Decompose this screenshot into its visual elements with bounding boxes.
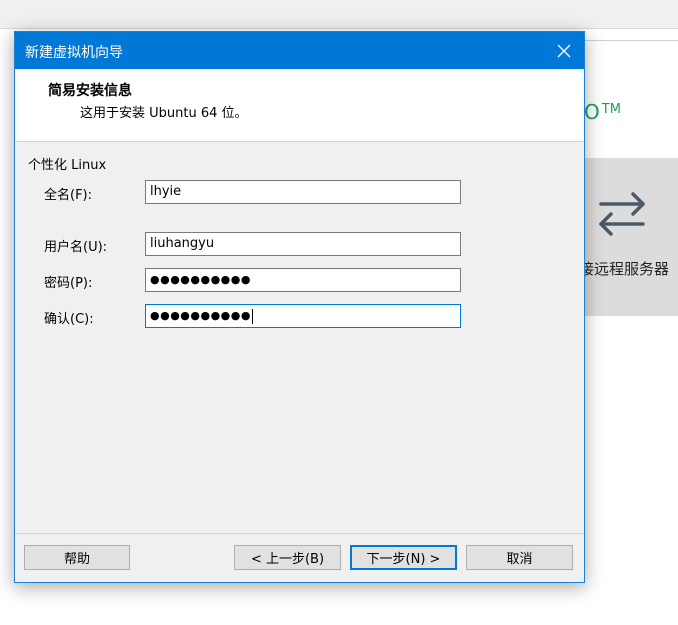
cancel-button[interactable]: 取消	[466, 545, 573, 570]
close-button[interactable]	[544, 32, 584, 69]
confirm-password-label: 确认(C):	[44, 312, 94, 327]
wizard-header: 简易安装信息 这用于安装 Ubuntu 64 位。	[15, 69, 584, 142]
swap-arrows-icon	[599, 192, 645, 236]
password-field[interactable]: ●●●●●●●●●●	[145, 268, 461, 292]
help-button[interactable]: 帮助	[24, 545, 130, 570]
connect-remote-server-label: 接远程服务器	[579, 260, 670, 278]
personalize-linux-group-label: 个性化 Linux	[28, 158, 107, 173]
username-field[interactable]: liuhangyu	[145, 232, 461, 256]
fullname-label: 全名(F):	[44, 188, 93, 203]
footer-divider	[15, 533, 584, 534]
confirm-password-field[interactable]: ●●●●●●●●●●	[145, 304, 461, 328]
background-toolbar	[0, 0, 678, 29]
background-logo: O TM	[584, 100, 621, 124]
background-divider	[583, 40, 678, 41]
logo-trademark: TM	[601, 102, 621, 117]
confirm-password-value: ●●●●●●●●●●	[150, 309, 251, 322]
dialog-title: 新建虚拟机向导	[25, 45, 123, 61]
password-label: 密码(P):	[44, 276, 93, 291]
wizard-step-subtitle: 这用于安装 Ubuntu 64 位。	[80, 106, 248, 121]
back-button[interactable]: < 上一步(B)	[234, 545, 341, 570]
connect-remote-server-tile[interactable]: 接远程服务器	[579, 158, 678, 316]
dialog-titlebar[interactable]: 新建虚拟机向导	[15, 32, 584, 69]
wizard-step-title: 简易安装信息	[48, 83, 132, 99]
text-caret	[251, 308, 253, 324]
new-vm-wizard-dialog: 新建虚拟机向导 简易安装信息 这用于安装 Ubuntu 64 位。 个性化 Li…	[14, 31, 585, 583]
fullname-field[interactable]: lhyie	[145, 180, 461, 204]
username-label: 用户名(U):	[44, 240, 108, 255]
next-button[interactable]: 下一步(N) >	[350, 545, 457, 570]
logo-letter: O	[584, 100, 600, 124]
close-icon	[557, 44, 571, 57]
